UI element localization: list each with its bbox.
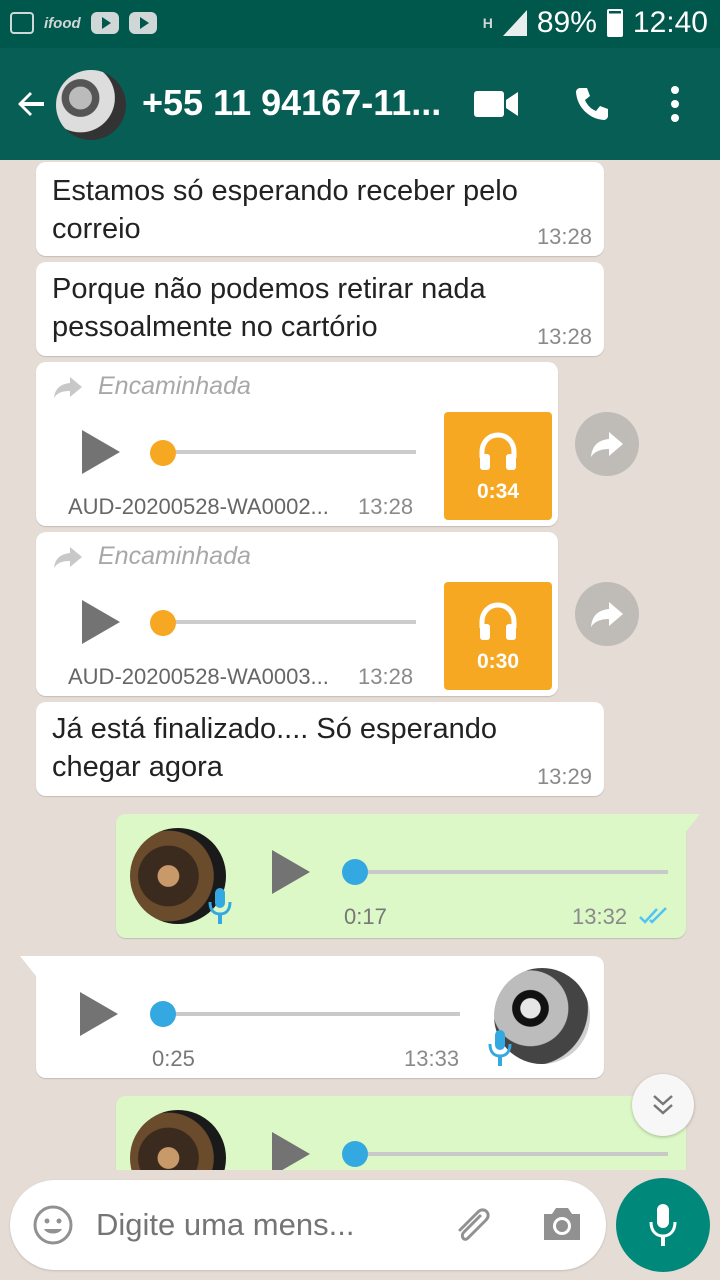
voice-duration: 0:17 (344, 904, 387, 929)
forward-icon (591, 432, 623, 457)
headphones-icon (479, 432, 517, 470)
audio-seekbar[interactable] (356, 1152, 668, 1156)
voice-duration: 0:25 (152, 1046, 195, 1071)
message-text: Estamos só esperando receber pelo correi… (52, 175, 518, 245)
chat-header: +55 11 94167-11... (0, 48, 720, 160)
play-button[interactable] (80, 992, 118, 1036)
system-indicators: H 89% 12:40 (483, 6, 708, 40)
play-button[interactable] (272, 850, 310, 894)
contact-name[interactable]: +55 11 94167-11... (142, 82, 442, 124)
message-text: Já está finalizado.... Só esperando cheg… (52, 713, 497, 783)
battery-percent: 89% (536, 6, 597, 39)
youtube-icon (90, 12, 119, 34)
audio-seekbar[interactable] (356, 870, 668, 874)
audio-seekbar[interactable] (152, 450, 416, 454)
message-time: 13:28 (536, 224, 592, 249)
message-time: 13:29 (536, 764, 592, 789)
audio-duration: 0:34 (476, 480, 520, 503)
bubble-tail (20, 956, 36, 976)
message-composer (10, 1180, 606, 1270)
attach-icon[interactable] (450, 1202, 496, 1248)
mic-icon (649, 1204, 677, 1246)
mic-icon (208, 888, 232, 924)
sender-photo (130, 1110, 226, 1170)
message-bubble[interactable]: Estamos só esperando receber pelo correi… (36, 162, 604, 256)
notification-icons: ifood (10, 12, 157, 34)
ifood-icon: ifood (44, 14, 81, 32)
seekbar-handle[interactable] (150, 1001, 176, 1027)
phone-icon[interactable] (572, 84, 612, 124)
signal-icon (502, 10, 527, 36)
message-text: Porque não podemos retirar nada pessoalm… (52, 273, 486, 343)
bubble-tail (684, 814, 700, 834)
audio-filename: AUD-20200528-WA0002... (68, 494, 329, 519)
network-type: H (482, 15, 493, 31)
outgoing-voice-message[interactable]: 0:17 13:32 (116, 814, 686, 938)
audio-filename: AUD-20200528-WA0003... (68, 664, 329, 689)
seekbar-handle[interactable] (150, 440, 176, 466)
headphones-icon (479, 602, 517, 640)
image-icon (10, 12, 34, 34)
forward-icon (591, 602, 623, 627)
message-time: 13:33 (404, 1046, 460, 1071)
record-voice-button[interactable] (616, 1178, 710, 1272)
message-input[interactable] (96, 1200, 416, 1250)
message-time: 13:32 (572, 904, 628, 929)
message-bubble[interactable]: Porque não podemos retirar nada pessoalm… (36, 262, 604, 356)
battery-icon (606, 9, 623, 37)
audio-seekbar[interactable] (164, 1012, 460, 1016)
video-call-icon[interactable] (474, 88, 520, 120)
emoji-icon[interactable] (32, 1204, 74, 1246)
share-button[interactable] (575, 412, 639, 476)
forwarded-label: Encaminhada (98, 542, 251, 570)
play-button[interactable] (272, 1132, 310, 1170)
message-bubble[interactable]: Já está finalizado.... Só esperando cheg… (36, 702, 604, 796)
audio-seekbar[interactable] (152, 620, 416, 624)
seekbar-handle[interactable] (342, 1141, 368, 1167)
outgoing-voice-message[interactable] (116, 1096, 686, 1170)
camera-icon[interactable] (540, 1204, 584, 1244)
share-button[interactable] (575, 582, 639, 646)
clock: 12:40 (632, 6, 708, 39)
audio-file-thumbnail: 0:30 (444, 582, 552, 690)
message-list[interactable]: Estamos só esperando receber pelo correi… (0, 160, 720, 1170)
forward-arrow-icon (54, 546, 82, 568)
more-options-icon[interactable] (660, 84, 690, 124)
forwarded-audio-message[interactable]: Encaminhada AUD-20200528-WA0002... 13:28… (36, 362, 558, 526)
contact-avatar[interactable] (56, 70, 126, 140)
scroll-to-bottom-button[interactable] (632, 1074, 694, 1136)
incoming-voice-message[interactable]: 0:25 13:33 (36, 956, 604, 1078)
youtube-icon (128, 12, 157, 34)
message-time: 13:28 (358, 664, 414, 689)
forwarded-indicator: Encaminhada (52, 372, 251, 401)
double-check-icon (639, 907, 667, 924)
play-button[interactable] (82, 430, 120, 474)
forwarded-label: Encaminhada (98, 372, 251, 400)
seekbar-handle[interactable] (342, 859, 368, 885)
forwarded-indicator: Encaminhada (52, 542, 251, 571)
back-arrow-icon[interactable] (14, 86, 50, 122)
audio-file-thumbnail: 0:34 (444, 412, 552, 520)
forwarded-audio-message[interactable]: Encaminhada AUD-20200528-WA0003... 13:28… (36, 532, 558, 696)
forward-arrow-icon (54, 376, 82, 398)
seekbar-handle[interactable] (150, 610, 176, 636)
double-chevron-down-icon (653, 1095, 673, 1115)
mic-icon (488, 1030, 512, 1066)
message-time: 13:28 (536, 324, 592, 349)
message-time: 13:28 (358, 494, 414, 519)
audio-duration: 0:30 (476, 650, 520, 673)
status-bar: ifood H 89% 12:40 (0, 0, 720, 48)
play-button[interactable] (82, 600, 120, 644)
